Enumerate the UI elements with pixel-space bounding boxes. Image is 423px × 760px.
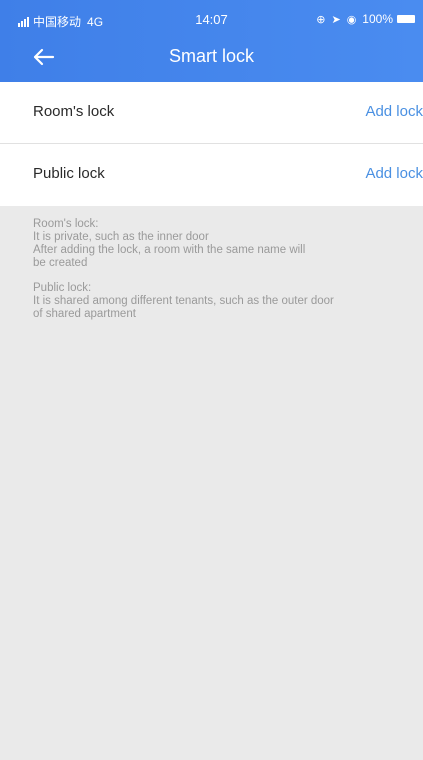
public-lock-info-line: It is shared among different tenants, su…	[33, 295, 334, 307]
rooms-lock-info: Room's lock: It is private, such as the …	[33, 218, 418, 270]
public-lock-info: Public lock: It is shared among differen…	[33, 282, 418, 321]
add-public-lock-button[interactable]: Add lock	[365, 165, 423, 182]
rooms-lock-info-line: After adding the lock, a room with the s…	[33, 244, 306, 256]
rooms-lock-label: Room's lock	[33, 103, 115, 120]
list-item-rooms-lock: Room's lock Add lock	[0, 82, 423, 144]
status-bar: 中国移动 4G 14:07 ⊕ ➤ ◉ 100%	[0, 0, 423, 34]
lock-rotation-icon: ⊕	[316, 13, 326, 26]
info-text: Room's lock: It is private, such as the …	[33, 218, 418, 333]
battery-label: 100%	[362, 12, 393, 26]
header: 中国移动 4G 14:07 ⊕ ➤ ◉ 100% Smart lock	[0, 0, 423, 82]
lock-list: Room's lock Add lock Public lock Add loc…	[0, 82, 423, 206]
status-right: ⊕ ➤ ◉ 100%	[316, 12, 415, 26]
public-lock-label: Public lock	[33, 165, 105, 182]
list-item-public-lock: Public lock Add lock	[0, 144, 423, 206]
rooms-lock-info-line: It is private, such as the inner door	[33, 231, 209, 243]
location-icon: ➤	[331, 13, 341, 26]
rooms-lock-info-title: Room's lock:	[33, 218, 99, 230]
page-title: Smart lock	[168, 46, 255, 66]
nav-bar: Smart lock	[0, 34, 423, 82]
battery-icon	[397, 15, 415, 23]
add-rooms-lock-button[interactable]: Add lock	[365, 103, 423, 120]
public-lock-info-title: Public lock:	[33, 282, 92, 294]
alarm-icon: ◉	[346, 13, 357, 26]
public-lock-info-line: of shared apartment	[33, 308, 136, 320]
screen: 中国移动 4G 14:07 ⊕ ➤ ◉ 100% Smart lock Room…	[0, 0, 423, 760]
rooms-lock-info-line: be created	[33, 257, 88, 269]
